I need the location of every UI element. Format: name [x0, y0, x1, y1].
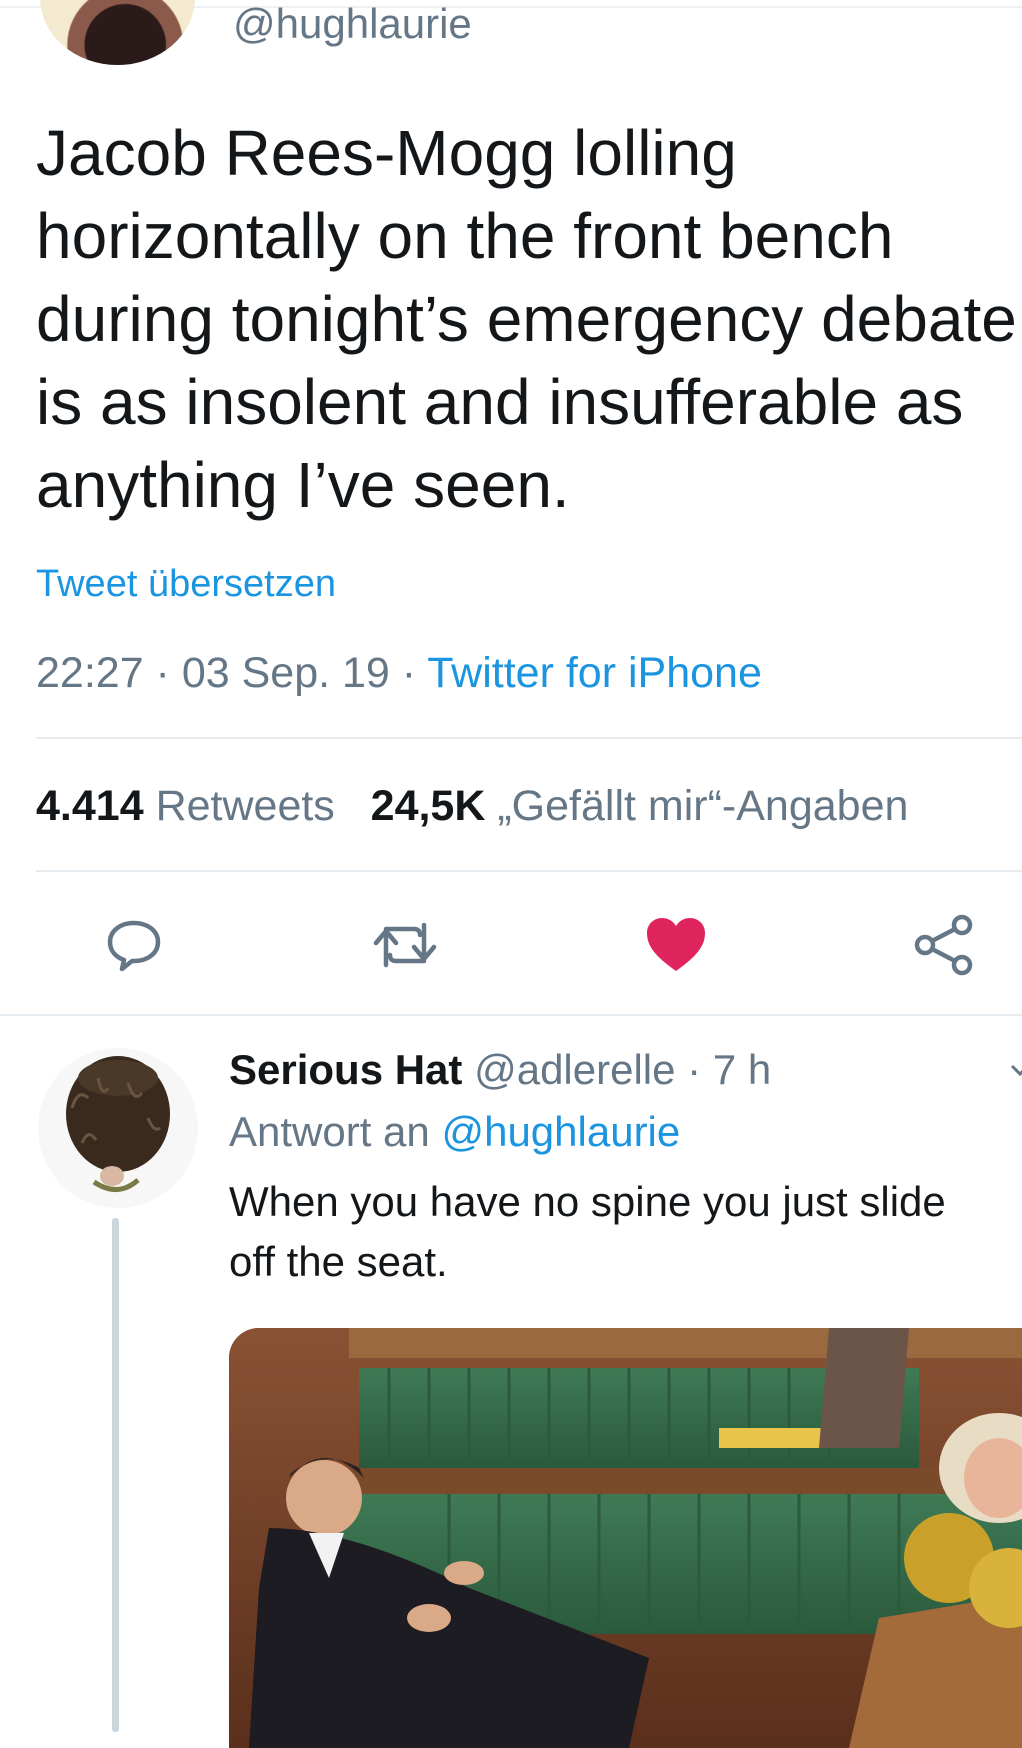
meta-separator: · — [389, 649, 428, 697]
action-bar — [0, 905, 1022, 985]
reply-text-line: When you have no spine you just slide — [229, 1178, 946, 1225]
bearskin-hat-image — [38, 1048, 198, 1208]
retweets-stat[interactable]: 4.414 Retweets — [36, 782, 335, 830]
likes-stat[interactable]: 24,5K „Gefällt mir“-Angaben — [371, 782, 909, 830]
commons-bench-photo — [229, 1328, 1022, 1748]
retweet-button[interactable] — [365, 905, 445, 985]
reply-author-avatar[interactable] — [38, 1048, 198, 1208]
tweet-text-line: anything I’ve seen. — [36, 449, 570, 521]
tweet-metadata: 22:27 · 03 Sep. 19 · Twitter for iPhone — [36, 647, 762, 699]
translate-tweet-link[interactable]: Tweet übersetzen — [36, 560, 336, 608]
reply-author-name[interactable]: Serious Hat — [229, 1046, 462, 1093]
retweets-label: Retweets — [155, 782, 335, 830]
author-handle[interactable]: @hughlaurie — [233, 0, 472, 48]
reply-text-line: off the seat. — [229, 1238, 448, 1285]
stats-top-divider — [36, 737, 1022, 739]
tweet-source-link[interactable]: Twitter for iPhone — [427, 649, 762, 697]
share-button[interactable] — [904, 905, 984, 985]
retweet-icon — [373, 922, 437, 968]
tweet-text-line: during tonight’s emergency debate — [36, 283, 1017, 355]
reply-text: When you have no spine you just slide of… — [229, 1172, 1019, 1292]
heart-icon — [647, 918, 705, 971]
share-icon — [914, 914, 973, 976]
meta-separator: · — [143, 649, 182, 697]
reply-author-handle[interactable]: @adlerelle — [474, 1046, 675, 1093]
retweets-count: 4.414 — [36, 782, 144, 830]
reply-divider — [0, 1014, 1022, 1016]
tweet-text-line: Jacob Rees-Mogg lolling — [36, 117, 737, 189]
tweet-time: 22:27 — [36, 649, 144, 697]
thread-connector-line — [112, 1218, 119, 1732]
reply-icon — [107, 920, 161, 972]
reply-time[interactable]: 7 h — [713, 1046, 771, 1093]
author-avatar[interactable] — [40, 0, 195, 65]
reply-button[interactable] — [94, 905, 174, 985]
likes-count: 24,5K — [370, 782, 486, 830]
reply-photo[interactable] — [229, 1328, 1022, 1748]
tweet-text-line: is as insolent and insufferable as — [36, 366, 964, 438]
likes-label: „Gefällt mir“-Angaben — [497, 782, 909, 830]
replying-to-handle[interactable]: @hughlaurie — [441, 1108, 680, 1155]
tweet-date: 03 Sep. 19 — [181, 649, 390, 697]
tweet-stats: 4.414 Retweets 24,5K „Gefällt mir“-Angab… — [36, 780, 908, 832]
tweet-text-line: horizontally on the front bench — [36, 200, 894, 272]
chevron-down-icon[interactable] — [1010, 1060, 1022, 1080]
reply-separator: · — [675, 1046, 713, 1093]
like-button[interactable] — [636, 905, 716, 985]
reply-header: Serious Hat @adlerelle · 7 h — [229, 1044, 771, 1096]
replying-to-prefix: Antwort an — [229, 1108, 430, 1155]
stats-bottom-divider — [36, 870, 1022, 872]
tweet-text: Jacob Rees-Mogg lolling horizontally on … — [36, 112, 1022, 527]
replying-to: Antwort an @hughlaurie — [229, 1106, 680, 1158]
